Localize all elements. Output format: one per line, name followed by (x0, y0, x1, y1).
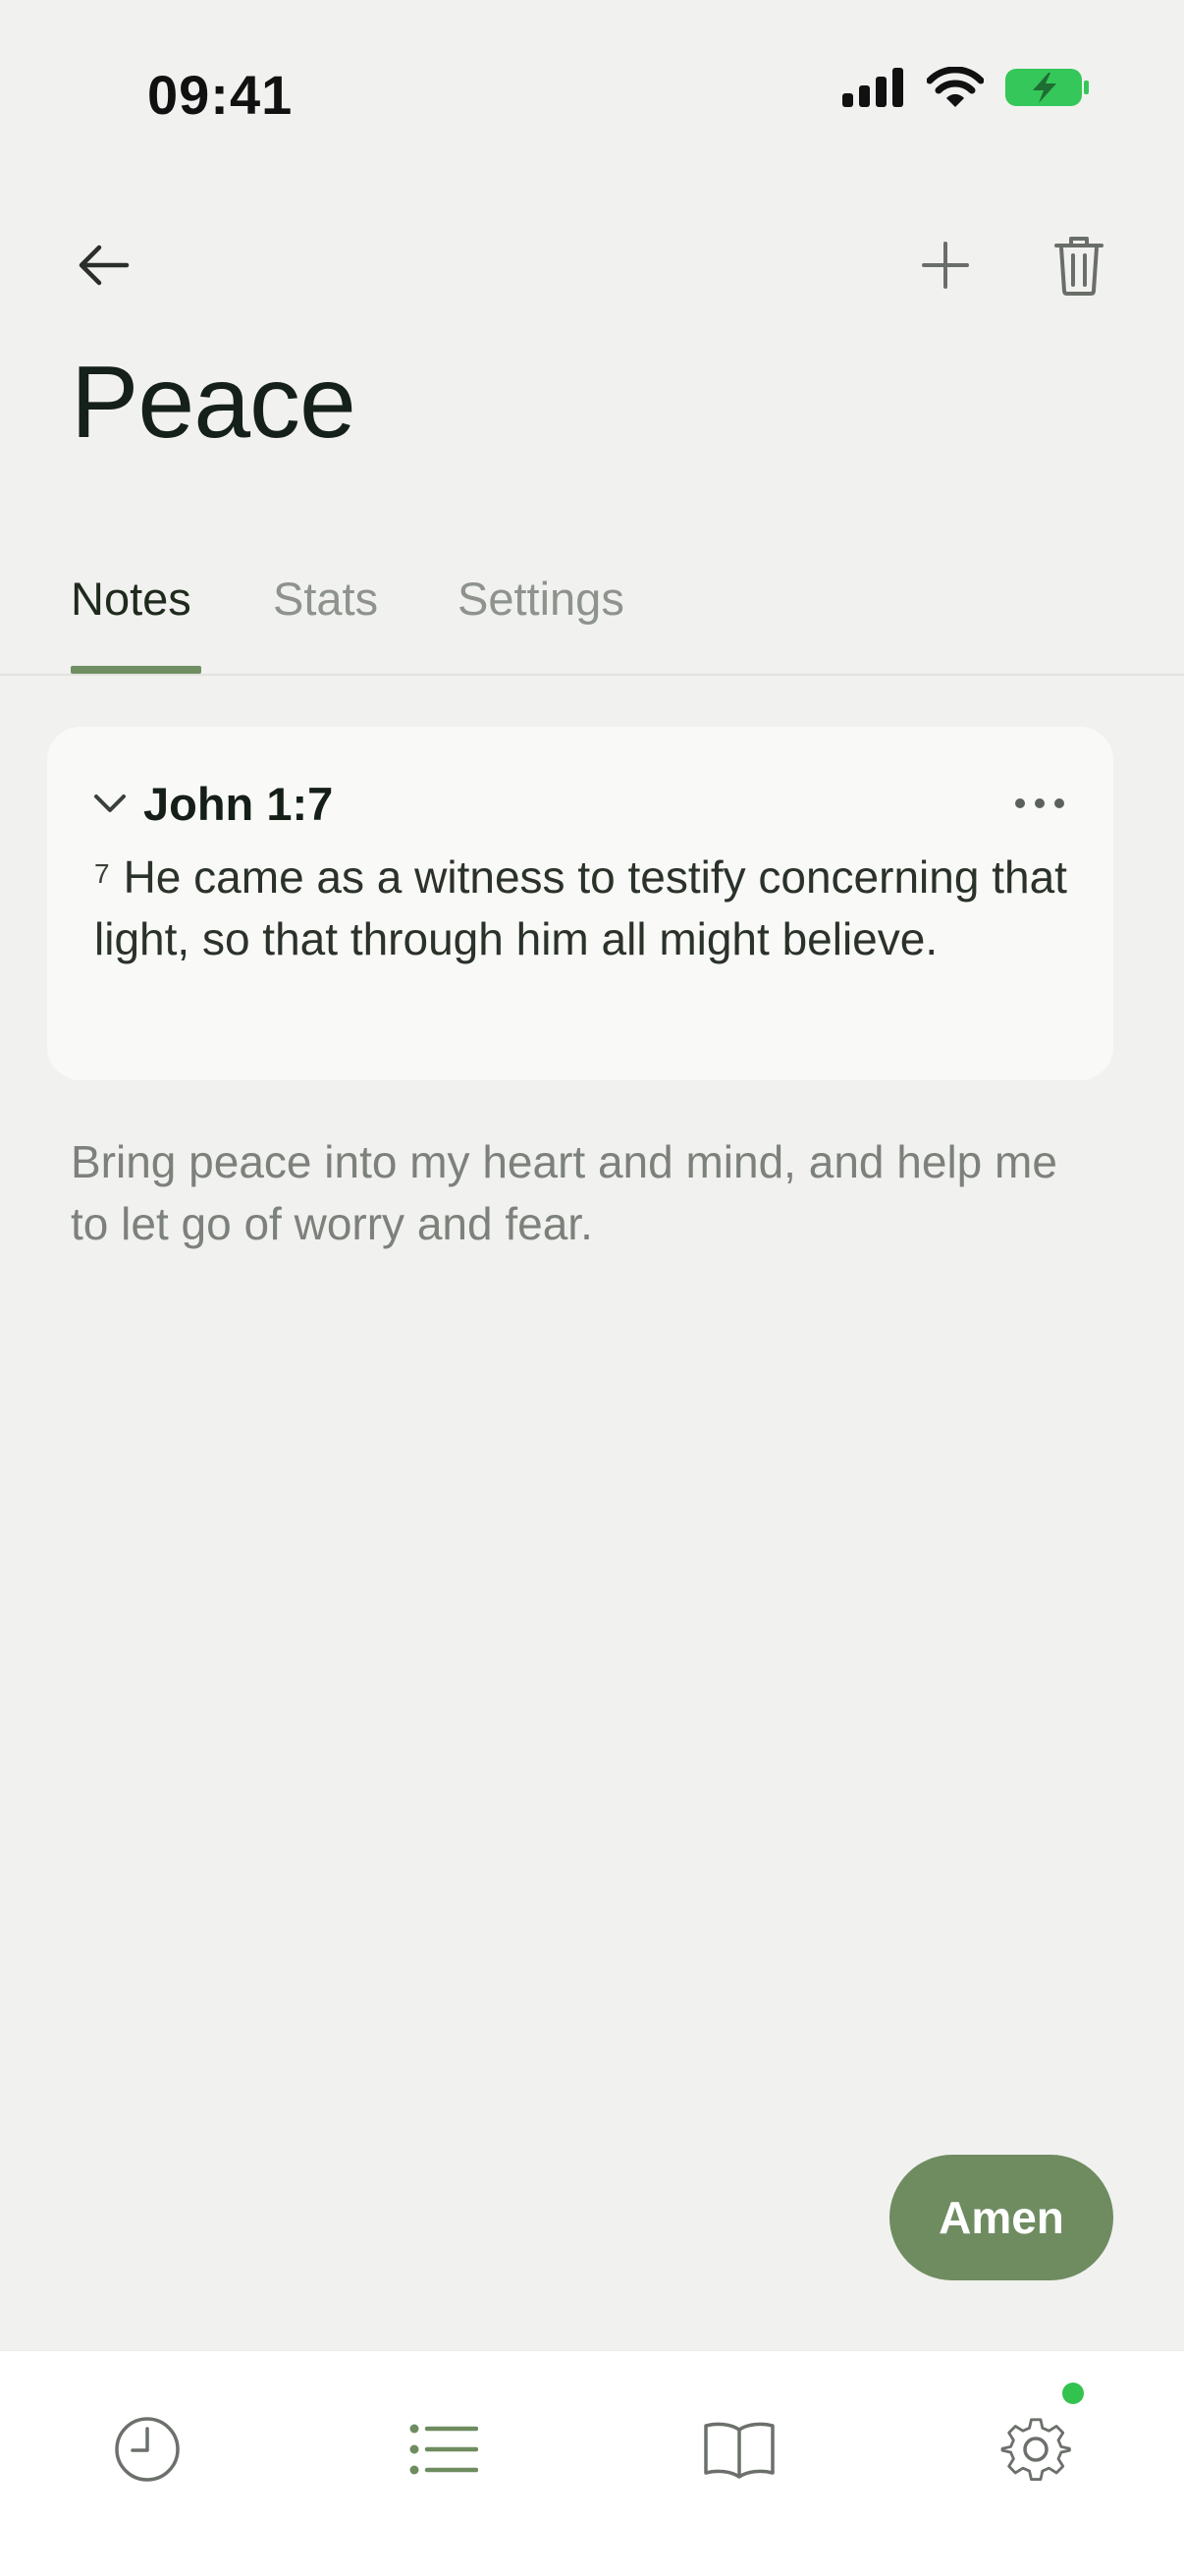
settings-notification-badge (1062, 2383, 1084, 2404)
tab-history[interactable] (88, 2390, 206, 2508)
verse-number: 7 (94, 858, 110, 889)
tab-lists[interactable] (385, 2390, 503, 2508)
delete-button[interactable] (1035, 221, 1123, 309)
nav-row (0, 221, 1184, 309)
status-time: 09:41 (147, 64, 294, 126)
verse-card: John 1:7 7 He came as a witness to testif… (47, 727, 1113, 1080)
page-title: Peace (71, 346, 356, 460)
book-icon (704, 2422, 775, 2479)
more-horizontal-icon (1015, 798, 1064, 808)
status-icons (842, 67, 1090, 108)
gear-icon (1000, 2418, 1071, 2482)
status-bar: 09:41 (0, 0, 1184, 147)
tab-divider (0, 674, 1184, 676)
amen-button[interactable]: Amen (889, 2155, 1113, 2280)
tab-notes[interactable]: Notes (71, 560, 191, 638)
chevron-down-icon (94, 795, 126, 812)
active-tab-indicator (71, 666, 201, 674)
trash-icon (1054, 237, 1103, 296)
add-button[interactable] (901, 221, 990, 309)
arrow-left-icon (79, 245, 130, 286)
battery-charging-icon (1005, 69, 1089, 106)
clock-icon (115, 2417, 180, 2482)
plus-icon (922, 242, 969, 289)
tab-bible[interactable] (680, 2390, 798, 2508)
bottom-tab-bar (0, 2350, 1184, 2576)
wifi-icon (927, 67, 984, 107)
tab-settings[interactable]: Settings (457, 560, 624, 638)
verse-collapse-toggle[interactable]: John 1:7 (92, 766, 333, 841)
verse-reference: John 1:7 (143, 777, 334, 830)
verse-text: He came as a witness to testify concerni… (94, 851, 1067, 964)
list-icon (409, 2424, 478, 2475)
tab-bar-top: Notes Stats Settings (0, 550, 1184, 678)
verse-text-block: 7 He came as a witness to testify concern… (94, 847, 1086, 970)
prayer-note-text[interactable]: Bring peace into my heart and mind, and … (71, 1131, 1092, 1255)
tab-stats[interactable]: Stats (273, 560, 378, 638)
tab-settings-nav[interactable] (977, 2390, 1095, 2508)
back-button[interactable] (59, 221, 147, 309)
verse-more-button[interactable] (1005, 774, 1074, 833)
cellular-signal-icon (842, 68, 903, 107)
